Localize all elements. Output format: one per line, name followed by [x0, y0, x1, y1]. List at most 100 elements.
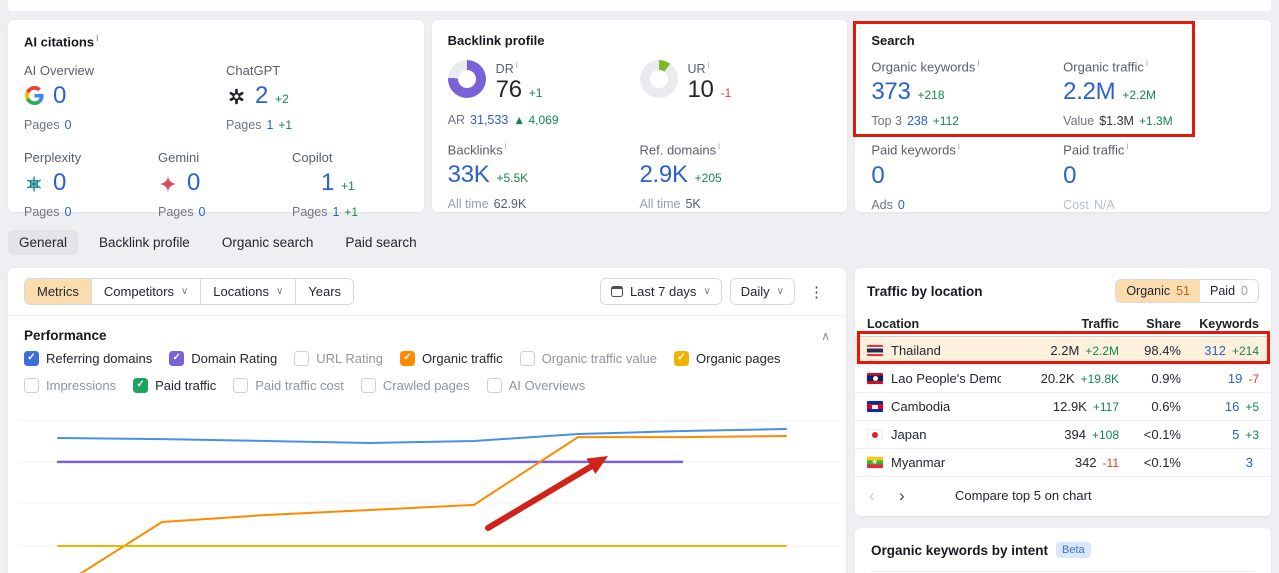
tab-backlink-profile[interactable]: Backlink profile — [88, 230, 201, 255]
share-value: 98.4% — [1144, 343, 1181, 358]
perplexity-pages[interactable]: 0 — [64, 205, 71, 219]
traffic-change: -11 — [1102, 456, 1119, 470]
location-row-cambodia[interactable]: Cambodia 12.9K +117 0.6% 16 +5 — [855, 393, 1271, 421]
checkbox-paid-traffic[interactable]: ✓ Paid traffic — [133, 378, 216, 393]
traffic-change: +19.8K — [1080, 372, 1119, 386]
checkbox-organic-traffic-value[interactable]: Organic traffic value — [519, 351, 657, 366]
organic-traffic-metric: Organic traffic i 2.2M +2.2M Value $1.3M +1.… — [1063, 58, 1173, 129]
ai-citations-title: AI citations i — [24, 33, 99, 50]
filter-years[interactable]: Years — [295, 279, 354, 304]
granularity-button[interactable]: Daily ∨ — [729, 278, 795, 305]
google-icon — [24, 86, 44, 106]
tab-paid-search[interactable]: Paid search — [334, 230, 427, 255]
checked-checkbox-icon[interactable]: ✓ — [674, 351, 689, 366]
location-row-japan[interactable]: Japan 394 +108 <0.1% 5 +3 — [855, 421, 1271, 449]
checkbox-url-rating[interactable]: URL Rating — [294, 351, 383, 366]
beta-badge: Beta — [1056, 542, 1091, 558]
metric-cards-row: AI citations i AI Overview 0 Pages 0 ChatG… — [8, 20, 1272, 219]
toggle-organic[interactable]: Organic 51 — [1116, 280, 1201, 302]
checkbox-label: Paid traffic cost — [255, 378, 344, 393]
checkbox-referring-domains[interactable]: ✓ Referring domains — [24, 351, 152, 366]
checkbox-domain-rating[interactable]: ✓ Domain Rating — [169, 351, 277, 366]
ref-domains-metric: Ref. domains i 2.9K +205 All time 5K — [639, 141, 722, 212]
kebab-menu-icon[interactable]: ⋮ — [803, 283, 830, 301]
organic-keywords-value[interactable]: 373 — [871, 78, 910, 106]
perplexity-metric: Perplexity 0 Pages 0 — [24, 150, 82, 220]
ref-domains-value[interactable]: 2.9K — [640, 161, 688, 189]
unchecked-checkbox-icon[interactable] — [233, 378, 249, 393]
checkbox-organic-traffic[interactable]: ✓ Organic traffic — [399, 351, 503, 366]
checkbox-crawled-pages[interactable]: Crawled pages — [360, 378, 470, 393]
tab-organic-search[interactable]: Organic search — [211, 230, 325, 255]
unchecked-checkbox-icon[interactable] — [360, 378, 376, 393]
calendar-icon — [610, 286, 623, 297]
paid-keywords-value[interactable]: 0 — [871, 162, 884, 190]
info-icon: i — [504, 141, 507, 152]
share-value: 0.9% — [1151, 371, 1181, 386]
traffic-value: 20.2K — [1040, 371, 1075, 386]
checkbox-ai-overviews[interactable]: AI Overviews — [486, 378, 585, 393]
checked-checkbox-icon[interactable]: ✓ — [24, 351, 39, 366]
paid-traffic-value[interactable]: 0 — [1063, 162, 1076, 190]
keywords-link[interactable]: 16 — [1225, 399, 1239, 414]
filter-segmented-control: Metrics Competitors ∨ Locations ∨ Years — [24, 278, 355, 305]
location-row-myanmar[interactable]: Myanmar 342 -11 <0.1% 3 — [855, 449, 1271, 477]
info-icon: i — [718, 141, 721, 152]
chatgpt-count[interactable]: 2 — [255, 82, 268, 110]
unchecked-checkbox-icon[interactable] — [24, 378, 39, 393]
top3-value[interactable]: 238 — [907, 114, 928, 128]
ahrefs-rank-value[interactable]: 31,533 — [470, 113, 508, 127]
chart-line-organic-traffic — [79, 435, 787, 573]
location-row-lao-people-s-democratic-reput[interactable]: Lao People's Democratic Reput 20.2K +19.8K… — [855, 365, 1271, 393]
compare-top5-button[interactable]: Compare top 5 on chart — [955, 488, 1092, 503]
checked-checkbox-icon[interactable]: ✓ — [133, 378, 149, 393]
keywords-change: +214 — [1231, 344, 1259, 358]
ai-overview-pages[interactable]: 0 — [64, 118, 71, 132]
collapse-chevron-icon[interactable]: ∧ — [821, 329, 830, 343]
gemini-metric: Gemini 0 Pages 0 — [158, 150, 206, 220]
unchecked-checkbox-icon[interactable] — [486, 378, 502, 393]
filter-competitors[interactable]: Competitors ∨ — [90, 279, 201, 304]
mm-flag-icon — [867, 457, 883, 468]
copilot-count[interactable]: 1 — [321, 169, 334, 197]
unchecked-checkbox-icon[interactable] — [294, 351, 310, 366]
unchecked-checkbox-icon[interactable] — [519, 351, 535, 366]
chatgpt-pages[interactable]: 1 — [266, 118, 273, 132]
location-table-header: Location Traffic Share Keywords — [855, 312, 1271, 337]
chart-line-referring-domains — [57, 428, 787, 444]
toggle-paid[interactable]: Paid 0 — [1200, 280, 1258, 302]
ai-overview-count[interactable]: 0 — [53, 82, 66, 110]
keywords-link[interactable]: 312 — [1204, 343, 1226, 358]
date-range-button[interactable]: Last 7 days ∨ — [599, 278, 722, 305]
country-name: Myanmar — [891, 455, 946, 470]
keywords-change: +5 — [1245, 400, 1259, 414]
backlinks-value[interactable]: 33K — [448, 161, 490, 189]
performance-title: Performance — [24, 328, 107, 343]
dr-metric: DR i 76 +1 — [495, 60, 543, 104]
chevron-down-icon: ∨ — [275, 286, 284, 297]
traffic-change: +117 — [1092, 400, 1119, 414]
keywords-link[interactable]: 3 — [1246, 455, 1253, 470]
checkbox-paid-traffic-cost[interactable]: Paid traffic cost — [233, 378, 344, 393]
location-row-thailand[interactable]: Thailand 2.2M +2.2M 98.4% 312 +214 — [855, 337, 1271, 365]
keywords-link[interactable]: 19 — [1228, 371, 1242, 386]
checked-checkbox-icon[interactable]: ✓ — [169, 351, 185, 366]
keywords-by-intent-title: Organic keywords by intent — [871, 542, 1049, 558]
pager-prev-icon[interactable]: ‹ — [869, 487, 899, 504]
gemini-count[interactable]: 0 — [187, 169, 200, 197]
checked-checkbox-icon[interactable]: ✓ — [399, 351, 415, 366]
pager-next-icon[interactable]: › — [899, 487, 929, 504]
checkbox-impressions[interactable]: Impressions — [24, 378, 116, 393]
tab-general[interactable]: General — [8, 230, 79, 255]
filter-locations[interactable]: Locations ∨ — [200, 279, 296, 304]
filter-metrics[interactable]: Metrics — [25, 279, 91, 304]
keywords-link[interactable]: 5 — [1232, 427, 1239, 442]
perplexity-count[interactable]: 0 — [53, 169, 66, 197]
copilot-pages[interactable]: 1 — [332, 205, 339, 219]
keywords-change: -7 — [1248, 372, 1259, 386]
gemini-pages[interactable]: 0 — [198, 205, 205, 219]
checkbox-label: Impressions — [46, 378, 117, 393]
checkbox-organic-pages[interactable]: ✓ Organic pages — [674, 351, 781, 366]
th-flag-icon — [867, 345, 883, 356]
organic-traffic-value[interactable]: 2.2M — [1063, 78, 1115, 106]
